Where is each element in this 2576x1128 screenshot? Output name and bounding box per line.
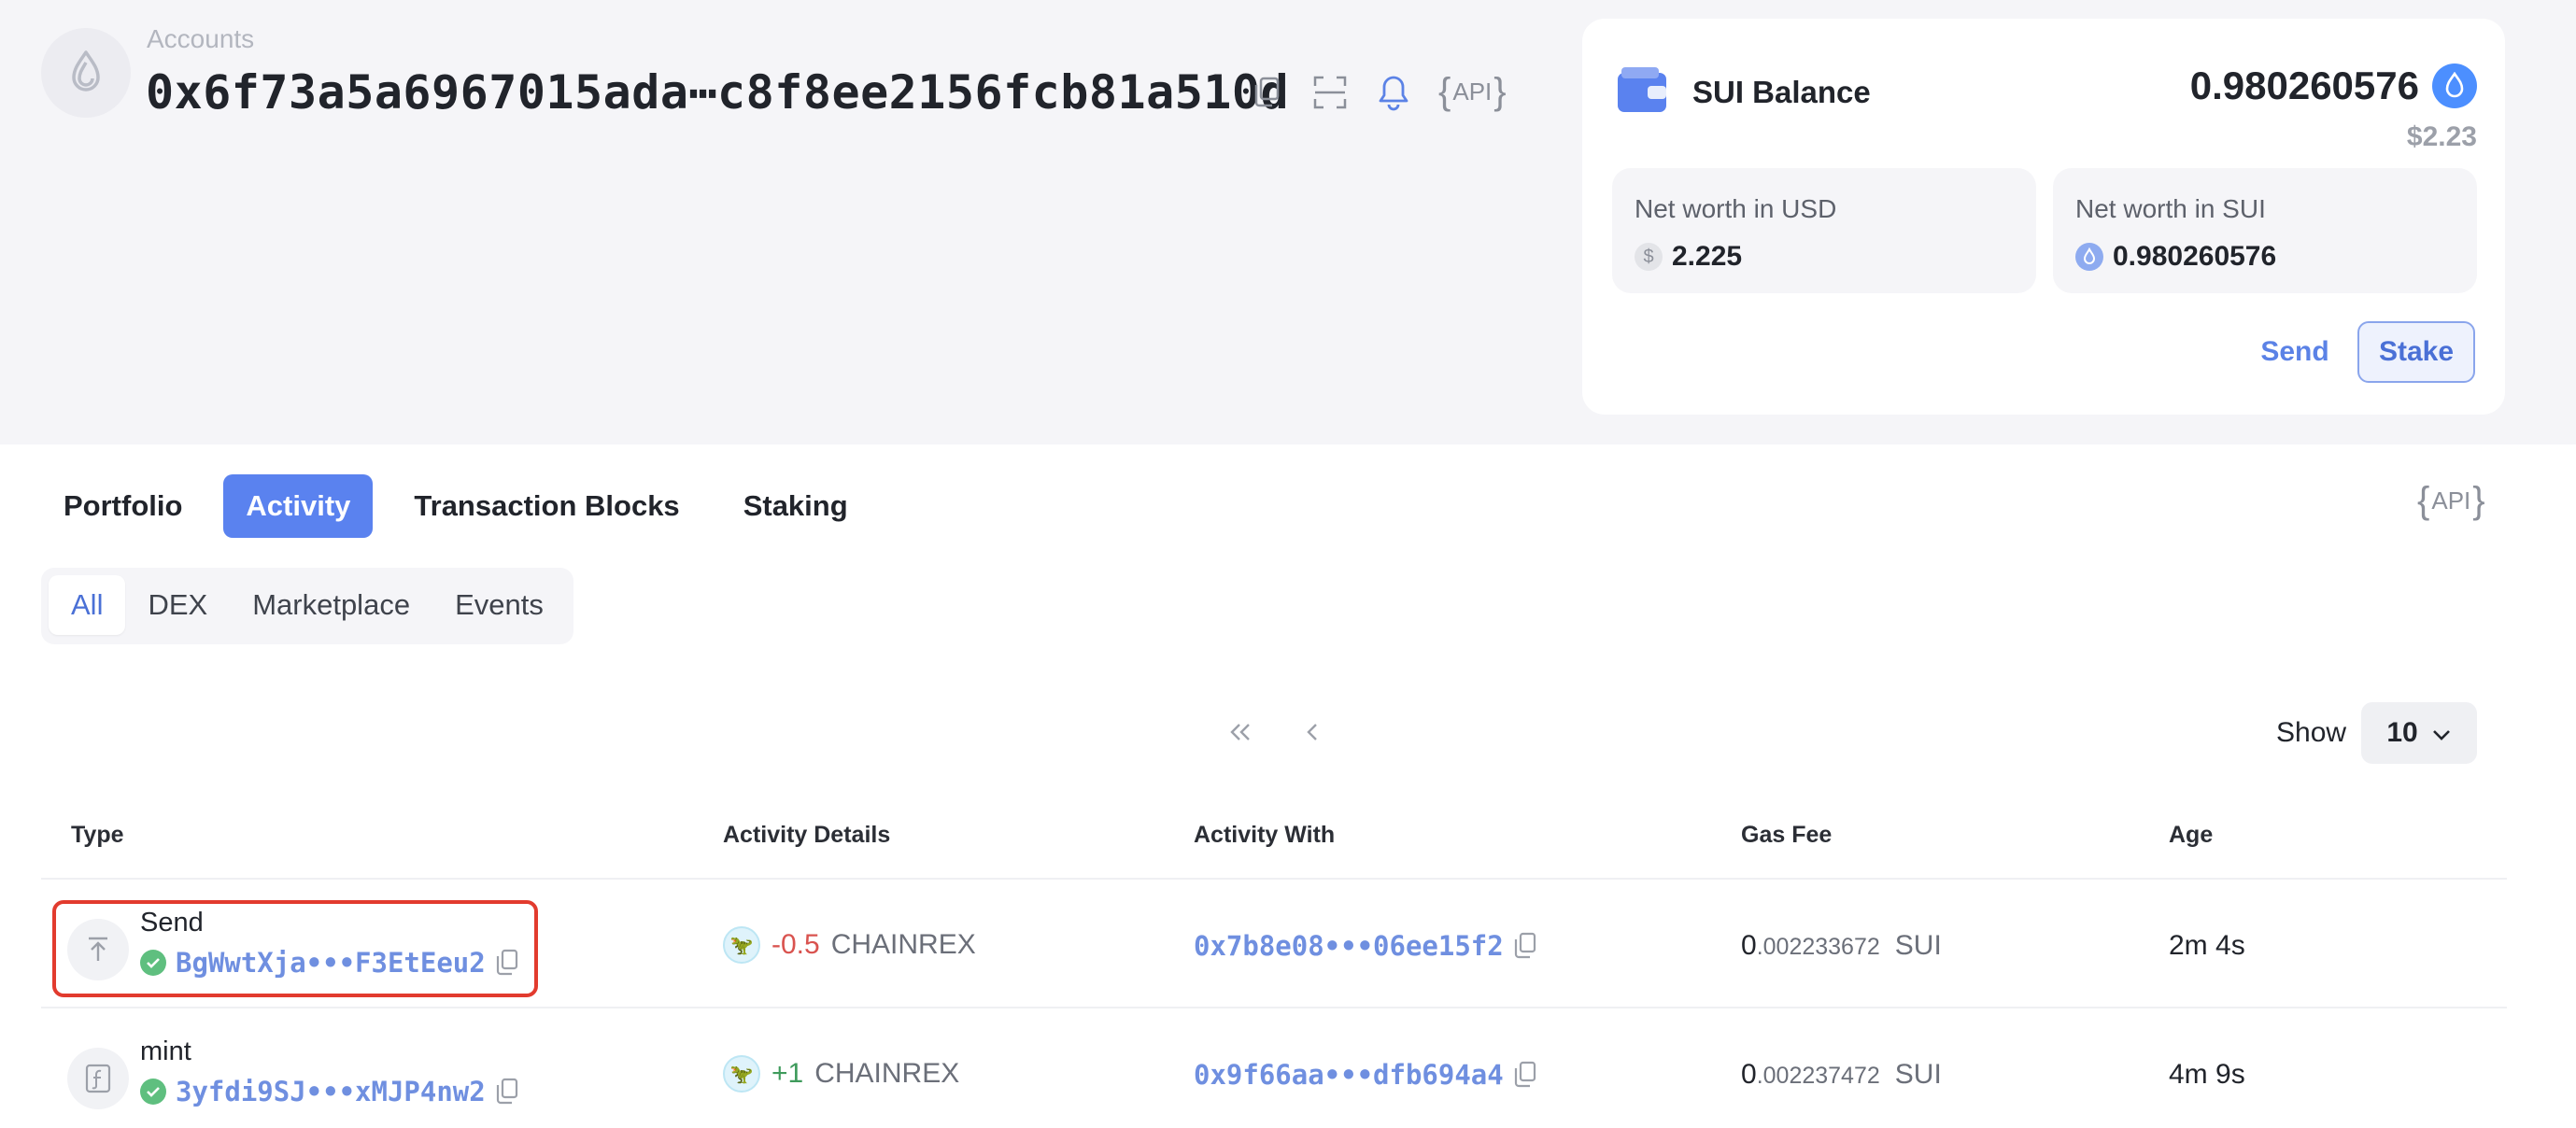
activity-token: CHAINREX <box>814 1058 960 1089</box>
filter-marketplace[interactable]: Marketplace <box>230 575 432 635</box>
page-size-select[interactable]: 10 <box>2361 702 2477 764</box>
transaction-digest-link[interactable]: BgWwtXja•••F3EtEeu2 <box>176 947 486 979</box>
tab-transaction-blocks[interactable]: Transaction Blocks <box>391 474 701 538</box>
brace-left-icon: { <box>2417 480 2430 521</box>
balance-title: SUI Balance <box>1692 74 1871 109</box>
activity-api-button[interactable]: { API } <box>2417 480 2485 522</box>
activity-age: 4m 9s <box>2169 1059 2245 1090</box>
dollar-icon: $ <box>1635 243 1663 271</box>
activity-amount: -0.5 <box>771 929 820 960</box>
column-age: Age <box>2169 822 2214 848</box>
net-worth-sui-value: 0.980260576 <box>2113 241 2277 272</box>
filter-events[interactable]: Events <box>432 575 566 635</box>
bell-icon[interactable] <box>1375 74 1412 111</box>
balance-header: SUI Balance <box>1616 65 1871 119</box>
chevron-down-icon <box>2431 717 2452 749</box>
filter-dex[interactable]: DEX <box>125 575 230 635</box>
activity-filter-tabs: All DEX Marketplace Events <box>41 568 573 644</box>
table-row[interactable]: mint 3yfdi9SJ•••xMJP4nw2 🦖 +1 CHAINREX 0… <box>41 1007 2507 1128</box>
sui-logo-icon <box>41 28 131 118</box>
tab-activity[interactable]: Activity <box>223 474 374 538</box>
pagination <box>1222 713 1332 751</box>
copy-icon[interactable] <box>495 1078 519 1106</box>
success-check-icon <box>140 950 166 976</box>
qr-scan-icon[interactable] <box>1311 74 1349 111</box>
activity-with-address-link[interactable]: 0x7b8e08•••06ee15f2 <box>1194 930 1504 962</box>
net-worth-usd-box: Net worth in USD $ 2.225 <box>1612 168 2036 293</box>
net-worth-usd-label: Net worth in USD <box>1635 194 1837 223</box>
brace-right-icon: } <box>1493 71 1507 112</box>
tab-staking[interactable]: Staking <box>721 474 870 538</box>
send-arrow-icon <box>67 919 129 980</box>
gas-fee: 0 .002237472 SUI <box>1741 1059 1942 1090</box>
previous-page-icon[interactable] <box>1295 713 1332 751</box>
copy-icon[interactable] <box>1513 1061 1537 1089</box>
copy-icon[interactable] <box>495 949 519 977</box>
success-check-icon <box>140 1079 166 1105</box>
stake-button[interactable]: Stake <box>2357 321 2475 383</box>
activity-with-address-link[interactable]: 0x9f66aa•••dfb694a4 <box>1194 1059 1504 1091</box>
balance-usd: $2.23 <box>2406 121 2477 152</box>
brace-left-icon: { <box>1438 71 1451 112</box>
balance-card: SUI Balance 0.980260576 $2.23 Net worth … <box>1582 19 2505 415</box>
send-button[interactable]: Send <box>2236 323 2354 381</box>
page-size-value: 10 <box>2386 717 2418 748</box>
table-row[interactable]: Send BgWwtXja•••F3EtEeu2 🦖 -0.5 CHAINREX… <box>41 878 2507 1007</box>
sui-coin-icon <box>2432 63 2477 108</box>
net-worth-sui-label: Net worth in SUI <box>2075 194 2266 223</box>
accounts-label: Accounts <box>147 24 255 53</box>
transaction-digest-link[interactable]: 3yfdi9SJ•••xMJP4nw2 <box>176 1076 486 1107</box>
net-worth-usd-value: 2.225 <box>1672 241 1743 272</box>
copy-address-icon[interactable] <box>1248 74 1285 111</box>
show-label: Show <box>2276 717 2347 748</box>
activity-age: 2m 4s <box>2169 930 2245 961</box>
column-activity-details: Activity Details <box>723 822 891 848</box>
gas-fee: 0 .002233672 SUI <box>1741 930 1942 961</box>
main-tabs: Portfolio Activity Transaction Blocks St… <box>41 474 870 538</box>
account-actions: { API } <box>1248 71 1507 113</box>
copy-icon[interactable] <box>1513 932 1537 960</box>
filter-all[interactable]: All <box>49 575 126 635</box>
tab-portfolio[interactable]: Portfolio <box>41 474 205 538</box>
account-address: 0x6f73a5a6967015ada⋯c8f8ee2156fcb81a510d <box>146 65 1290 120</box>
account-header: Accounts 0x6f73a5a6967015ada⋯c8f8ee2156f… <box>0 0 2576 444</box>
first-page-icon[interactable] <box>1222 713 1259 751</box>
chainrex-token-icon: 🦖 <box>723 926 760 964</box>
column-gas-fee: Gas Fee <box>1741 822 1833 848</box>
column-type: Type <box>71 822 124 848</box>
brace-right-icon: } <box>2472 480 2485 521</box>
net-worth-sui-box: Net worth in SUI 0.980260576 <box>2053 168 2477 293</box>
activity-amount: +1 <box>771 1058 804 1089</box>
chainrex-token-icon: 🦖 <box>723 1055 760 1093</box>
column-activity-with: Activity With <box>1194 822 1336 848</box>
table-header: Type Activity Details Activity With Gas … <box>0 822 2576 878</box>
activity-token: CHAINREX <box>830 929 976 960</box>
mint-function-icon <box>67 1048 129 1109</box>
balance-amount: 0.980260576 <box>2190 63 2477 108</box>
sui-coin-small-icon <box>2075 243 2103 271</box>
wallet-icon <box>1616 65 1668 119</box>
activity-type: Send <box>140 908 204 938</box>
api-button[interactable]: { API } <box>1438 71 1507 113</box>
activity-type: mint <box>140 1036 191 1066</box>
